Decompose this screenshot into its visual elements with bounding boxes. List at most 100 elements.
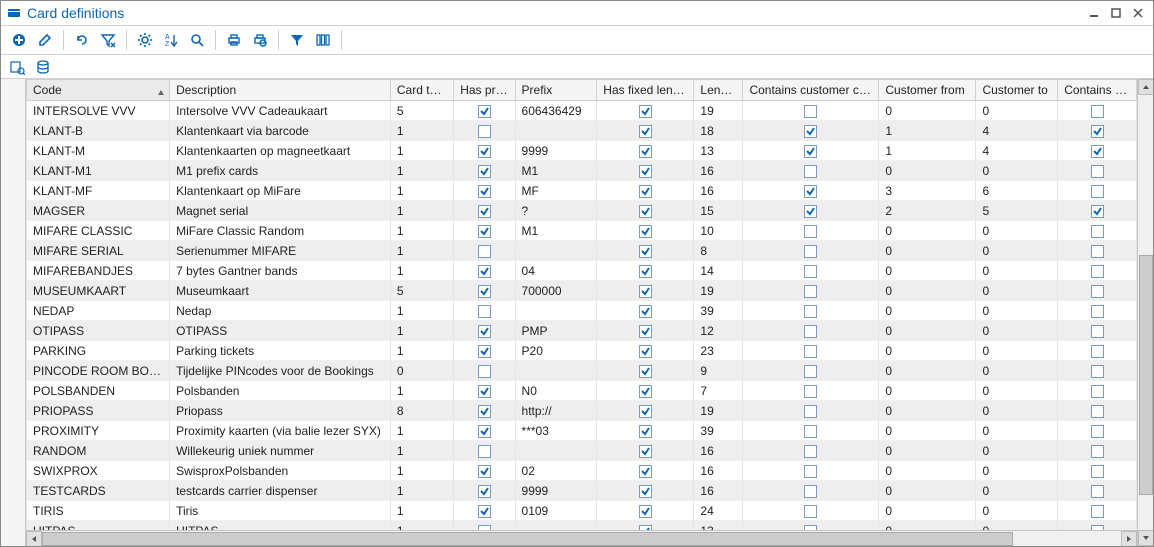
cell-has-fixed-length[interactable] [597,121,694,141]
cell-code[interactable]: KLANT-MF [27,181,170,201]
checkbox[interactable] [478,185,491,198]
cell-code[interactable]: OTIPASS [27,321,170,341]
cell-description[interactable]: Magnet serial [170,201,391,221]
table-row[interactable]: RANDOMWillekeurig uniek nummer11600 [27,441,1137,461]
cell-customer-to[interactable]: 0 [976,441,1058,461]
cell-code[interactable]: KLANT-B [27,121,170,141]
checkbox[interactable] [478,505,491,518]
checkbox[interactable] [1091,105,1104,118]
checkbox[interactable] [478,145,491,158]
cell-has-fixed-length[interactable] [597,241,694,261]
cell-card-type[interactable]: 5 [390,281,453,301]
cell-prefix[interactable]: 700000 [515,281,597,301]
cell-contains-customer-code[interactable] [743,521,879,531]
cell-contains-divi[interactable] [1058,261,1137,281]
cell-customer-to[interactable]: 0 [976,321,1058,341]
cell-has-prefix[interactable] [454,301,515,321]
cell-customer-from[interactable]: 1 [879,141,976,161]
checkbox[interactable] [1091,445,1104,458]
cell-description[interactable]: OTIPASS [170,321,391,341]
add-button[interactable] [7,28,31,52]
cell-prefix[interactable] [515,241,597,261]
cell-description[interactable]: Tijdelijke PINcodes voor de Bookings [170,361,391,381]
cell-has-fixed-length[interactable] [597,321,694,341]
checkbox[interactable] [804,165,817,178]
checkbox[interactable] [1091,365,1104,378]
cell-description[interactable]: UITPAS [170,521,391,531]
database-icon[interactable] [33,57,53,77]
cell-contains-customer-code[interactable] [743,421,879,441]
cell-description[interactable]: Parking tickets [170,341,391,361]
cell-contains-divi[interactable] [1058,421,1137,441]
cell-contains-customer-code[interactable] [743,481,879,501]
table-row[interactable]: MIFARE CLASSICMiFare Classic Random1M110… [27,221,1137,241]
checkbox[interactable] [804,445,817,458]
cell-contains-customer-code[interactable] [743,281,879,301]
checkbox[interactable] [804,245,817,258]
cell-has-prefix[interactable] [454,181,515,201]
checkbox[interactable] [1091,325,1104,338]
checkbox[interactable] [639,265,652,278]
checkbox[interactable] [639,165,652,178]
checkbox[interactable] [804,185,817,198]
cell-code[interactable]: MIFAREBANDJES [27,261,170,281]
cell-customer-from[interactable]: 0 [879,261,976,281]
checkbox[interactable] [804,425,817,438]
cell-has-prefix[interactable] [454,501,515,521]
cell-prefix[interactable]: ***03 [515,421,597,441]
cell-customer-to[interactable]: 0 [976,341,1058,361]
checkbox[interactable] [639,445,652,458]
vertical-scrollbar[interactable] [1137,79,1153,546]
cell-length[interactable]: 24 [694,501,743,521]
checkbox[interactable] [478,265,491,278]
cell-prefix[interactable]: 9999 [515,481,597,501]
cell-has-fixed-length[interactable] [597,141,694,161]
table-row[interactable]: PROXIMITYProximity kaarten (via balie le… [27,421,1137,441]
cell-customer-from[interactable]: 0 [879,281,976,301]
search-button[interactable] [185,28,209,52]
titlebar[interactable]: Card definitions [1,1,1153,25]
cell-customer-to[interactable]: 6 [976,181,1058,201]
cell-customer-from[interactable]: 0 [879,101,976,121]
cell-contains-divi[interactable] [1058,301,1137,321]
cell-customer-from[interactable]: 0 [879,441,976,461]
filter-clear-button[interactable] [96,28,120,52]
cell-has-fixed-length[interactable] [597,441,694,461]
cell-contains-customer-code[interactable] [743,301,879,321]
cell-has-prefix[interactable] [454,161,515,181]
cell-card-type[interactable]: 1 [390,321,453,341]
cell-prefix[interactable]: 0109 [515,501,597,521]
cell-description[interactable]: SwisproxPolsbanden [170,461,391,481]
cell-description[interactable]: Klantenkaart via barcode [170,121,391,141]
table-row[interactable]: INTERSOLVE VVVIntersolve VVV Cadeaukaart… [27,101,1137,121]
cell-length[interactable]: 18 [694,121,743,141]
cell-has-fixed-length[interactable] [597,381,694,401]
cell-contains-divi[interactable] [1058,401,1137,421]
cell-contains-customer-code[interactable] [743,201,879,221]
checkbox[interactable] [639,525,652,530]
cell-has-fixed-length[interactable] [597,461,694,481]
cell-length[interactable]: 16 [694,461,743,481]
cell-description[interactable]: 7 bytes Gantner bands [170,261,391,281]
cell-contains-customer-code[interactable] [743,441,879,461]
settings-button[interactable] [133,28,157,52]
checkbox[interactable] [1091,285,1104,298]
cell-customer-from[interactable]: 0 [879,361,976,381]
checkbox[interactable] [478,105,491,118]
cell-has-fixed-length[interactable] [597,281,694,301]
vscroll-thumb[interactable] [1139,255,1153,495]
checkbox[interactable] [639,405,652,418]
cell-contains-customer-code[interactable] [743,101,879,121]
cell-description[interactable]: Klantenkaarten op magneetkaart [170,141,391,161]
checkbox[interactable] [804,265,817,278]
cell-card-type[interactable]: 8 [390,401,453,421]
cell-card-type[interactable]: 1 [390,141,453,161]
checkbox[interactable] [478,125,491,138]
cell-prefix[interactable]: ? [515,201,597,221]
cell-customer-to[interactable]: 0 [976,381,1058,401]
checkbox[interactable] [804,205,817,218]
cell-prefix[interactable]: MF [515,181,597,201]
checkbox[interactable] [639,105,652,118]
close-button[interactable] [1129,6,1147,20]
checkbox[interactable] [478,225,491,238]
